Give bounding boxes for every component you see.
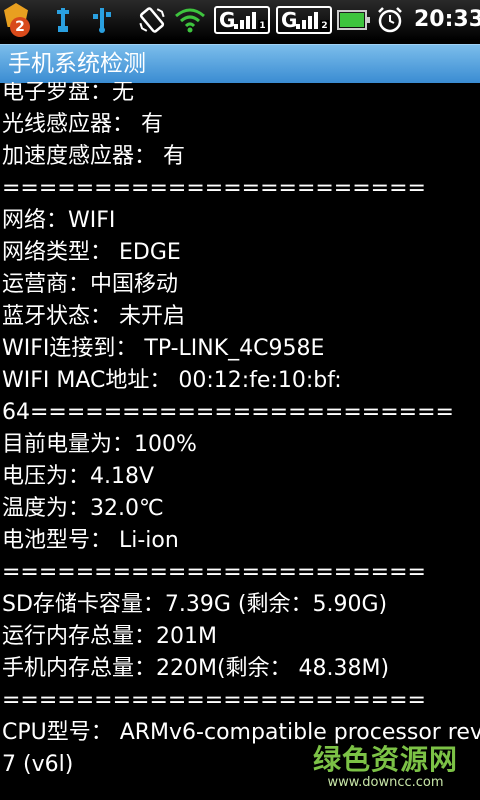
usb-debug-icon <box>90 6 114 40</box>
signal-sim2-label: G <box>281 8 298 32</box>
info-line: 运营商：中国移动 <box>2 272 179 297</box>
signal-sim2-icon: G 2 <box>276 6 332 34</box>
battery-icon <box>337 10 370 30</box>
title-bar: 手机系统检测 <box>0 44 480 83</box>
usb-icon <box>52 6 74 40</box>
alarm-icon <box>376 6 404 38</box>
signal-sim2-number: 2 <box>320 20 329 32</box>
watermark-url: www.downcc.com <box>327 775 444 790</box>
info-line: 光线感应器： 有 <box>2 112 163 137</box>
info-line: 电压为：4.18V <box>2 464 155 489</box>
info-list: 电子罗盘：无光线感应器： 有加速度感应器： 有 =================… <box>2 82 480 781</box>
info-line: 蓝牙状态： 未开启 <box>2 304 185 329</box>
info-line: 电子罗盘：无 <box>2 82 135 105</box>
signal-sim1-label: G <box>219 8 236 32</box>
info-line: 温度为：32.0℃ <box>2 496 164 521</box>
info-line: ======================= <box>2 688 426 713</box>
info-line: 网络：WIFI <box>2 208 116 233</box>
info-line: 电池型号： Li-ion <box>2 528 179 553</box>
vibrate-icon <box>138 6 166 38</box>
info-line: WIFI MAC地址： 00:12:fe:10:bf: <box>2 368 342 393</box>
notification-badge: 2 <box>10 17 30 37</box>
info-line: 网络类型： EDGE <box>2 240 181 265</box>
battery-fill <box>340 13 364 27</box>
notification-icon[interactable]: 2 <box>4 3 30 37</box>
info-scroll-view[interactable]: 电子罗盘：无光线感应器： 有加速度感应器： 有 =================… <box>0 82 480 800</box>
signal-sim1-icon: G 1 <box>214 6 270 34</box>
info-line: ======================= <box>2 176 426 201</box>
info-line: 运行内存总量：201M <box>2 624 217 649</box>
watermark-logo: 绿色资源网 www.downcc.com <box>313 744 458 790</box>
info-line: SD存储卡容量：7.39G (剩余：5.90G) <box>2 592 388 617</box>
clock: 20:33 <box>414 7 480 32</box>
info-line: WIFI连接到： TP-LINK_4C958E <box>2 336 325 361</box>
info-line: 目前电量为：100% <box>2 432 197 457</box>
info-line: 64======================= <box>2 400 454 425</box>
page-title: 手机系统检测 <box>8 51 146 77</box>
watermark-title: 绿色资源网 <box>312 743 458 776</box>
wifi-icon <box>174 6 206 38</box>
status-bar: 2 G 1 G 2 20:33 <box>0 0 480 40</box>
info-line: 加速度感应器： 有 <box>2 144 185 169</box>
signal-sim1-number: 1 <box>258 20 267 32</box>
info-line: 手机内存总量：220M(剩余： 48.38M) <box>2 656 390 681</box>
info-line: ======================= <box>2 560 426 585</box>
